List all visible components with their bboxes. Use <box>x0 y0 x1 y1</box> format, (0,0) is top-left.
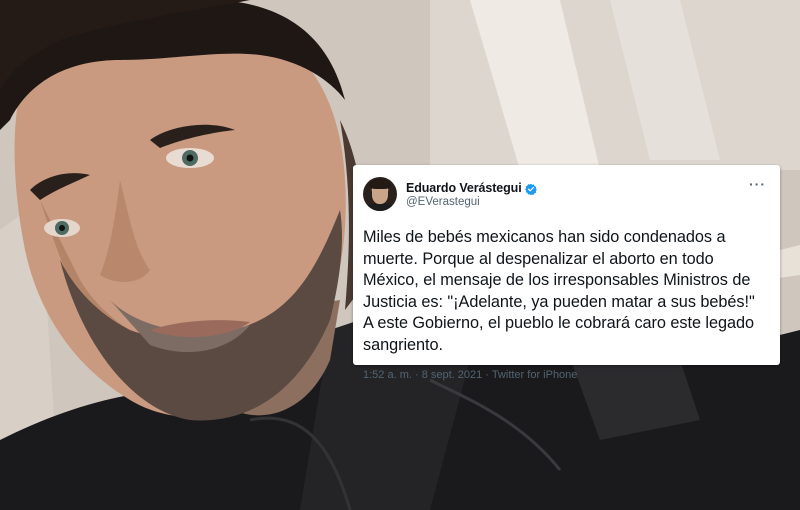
more-options-icon[interactable]: ··· <box>749 177 766 191</box>
verified-badge-icon <box>524 182 537 195</box>
avatar[interactable] <box>363 177 397 211</box>
tweet-header: Eduardo Verástegui @EVerastegui ··· <box>363 175 766 213</box>
author-info: Eduardo Verástegui @EVerastegui <box>406 181 537 208</box>
tweet-text: Miles de bebés mexicanos han sido conden… <box>363 228 755 354</box>
tweet-card[interactable]: Eduardo Verástegui @EVerastegui ··· Mile… <box>353 165 780 381</box>
author-handle[interactable]: @EVerastegui <box>406 196 537 208</box>
tweet-timestamp[interactable]: 1:52 a. m. · 8 sept. 2021 · Twitter for … <box>363 369 766 381</box>
author-name[interactable]: Eduardo Verástegui <box>406 181 522 195</box>
